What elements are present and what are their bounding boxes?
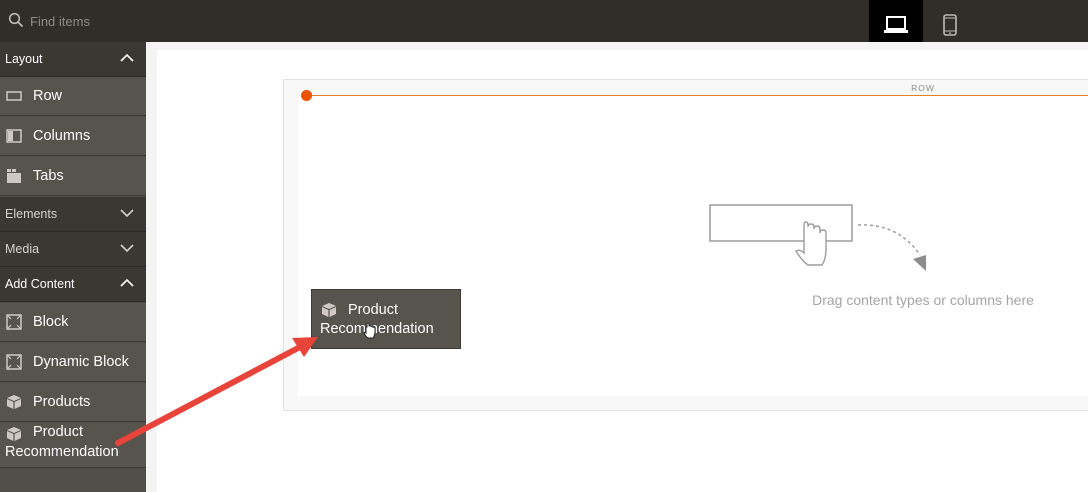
sidebar-item-label: Dynamic Block: [33, 354, 129, 370]
sidebar-item-label: Columns: [33, 128, 91, 144]
section-layout-header[interactable]: Layout: [0, 42, 146, 77]
search-icon: [8, 12, 24, 28]
products-icon: [7, 395, 21, 409]
top-bar: [0, 0, 1088, 49]
block-icon: [6, 314, 22, 330]
row-icon: [6, 91, 22, 101]
sidebar-item-block[interactable]: Block: [0, 303, 146, 342]
sidebar-item-label: Products: [33, 394, 91, 410]
grab-cursor-icon: [363, 322, 376, 339]
sidebar-item-product-recommendation[interactable]: Product Recommendation: [0, 423, 146, 468]
chevron-up-icon: [120, 53, 134, 62]
sidebar-item-tabs[interactable]: Tabs: [0, 157, 146, 196]
row-label: ROW: [911, 83, 935, 93]
product-recommendation-icon: [7, 427, 21, 441]
sidebar-item-label: Recommendation: [5, 444, 119, 460]
row-top-line: [306, 95, 1088, 96]
row-handle-dot[interactable]: [301, 90, 312, 101]
dragged-product-recommendation[interactable]: Product Recommendation: [311, 289, 461, 349]
drop-hint-text: Drag content types or columns here: [812, 292, 1034, 308]
chevron-down-icon: [120, 244, 134, 253]
section-elements-header[interactable]: Elements: [0, 197, 146, 232]
columns-icon: [6, 129, 22, 143]
sidebar-item-label: Row: [33, 88, 63, 104]
sidebar-item-dynamic-block[interactable]: Dynamic Block: [0, 343, 146, 382]
sidebar-item-label: Block: [33, 314, 69, 330]
sidebar-item-products[interactable]: Products: [0, 383, 146, 422]
sidebar-item-row[interactable]: Row: [0, 77, 146, 116]
product-recommendation-icon: [322, 303, 336, 317]
search-box: [0, 0, 146, 42]
search-input[interactable]: [30, 10, 142, 32]
section-media-header[interactable]: Media: [0, 232, 146, 267]
ghost-label: Product: [348, 302, 398, 318]
tabs-icon: [7, 169, 21, 183]
chevron-down-icon: [120, 209, 134, 218]
sidebar-item-label: Product: [33, 424, 83, 440]
dynamic-block-icon: [6, 354, 22, 370]
drag-hand-illustration-icon: [709, 204, 926, 271]
chevron-up-icon: [120, 278, 134, 287]
laptop-icon: [884, 15, 908, 33]
section-add-content-header[interactable]: Add Content: [0, 267, 146, 302]
sidebar: Layout Row Columns Tabs Elements Media A…: [0, 42, 146, 492]
mobile-icon: [943, 13, 957, 36]
sidebar-item-label: Tabs: [33, 168, 64, 184]
row-drop-zone[interactable]: [298, 94, 1088, 396]
sidebar-item-columns[interactable]: Columns: [0, 117, 146, 156]
